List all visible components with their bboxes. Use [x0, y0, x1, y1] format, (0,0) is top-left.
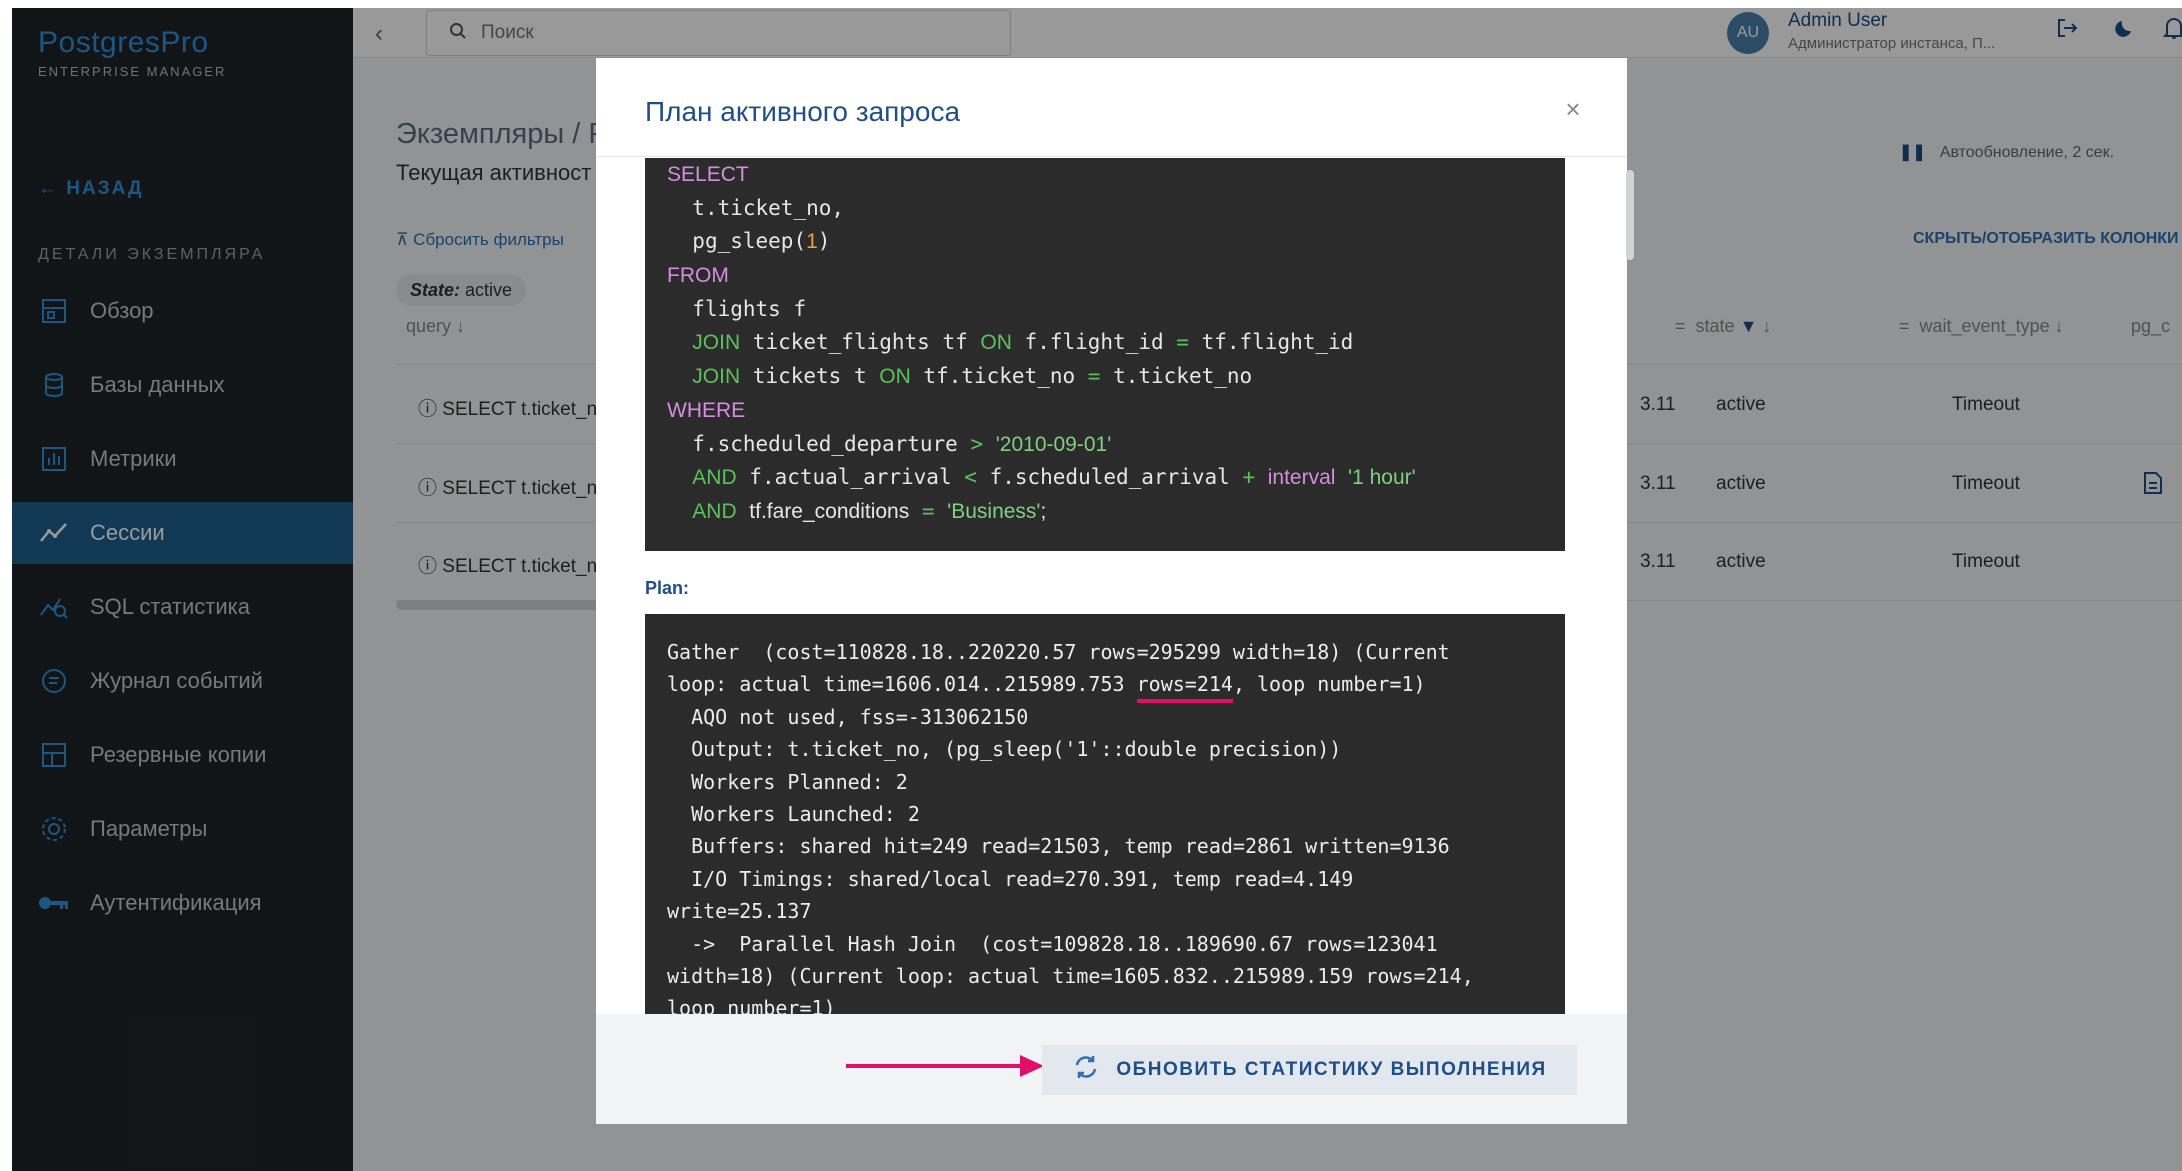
sql-token: tf.fare_conditions [749, 499, 910, 523]
plan-line: loop: actual time=1606.014..215989.753 r… [667, 668, 1565, 704]
close-icon[interactable]: × [1556, 92, 1590, 126]
refresh-icon [1072, 1053, 1100, 1088]
sql-line: SELECT [667, 158, 1565, 192]
sql-operator: = [921, 498, 935, 523]
sql-keyword: ON [980, 331, 1012, 355]
plan-line: loop number=1) [667, 996, 836, 1014]
sql-line: JOIN ticket_flights tf ON f.flight_id = … [667, 326, 1565, 360]
sql-string: 'Business' [947, 499, 1041, 523]
sql-string: '2010-09-01' [995, 432, 1112, 456]
sql-keyword: JOIN [692, 365, 741, 389]
sql-line: t.ticket_no, [667, 192, 1565, 226]
annotation-arrow [846, 1064, 1028, 1068]
plan-line: Workers Planned: 2 [667, 769, 908, 794]
sql-keyword: AND [692, 499, 737, 523]
plan-code-block: Gather (cost=110828.18..220220.57 rows=2… [645, 614, 1565, 1014]
sql-token: t.ticket_no, [692, 195, 845, 220]
plan-text: , loop number=1) [1232, 672, 1426, 697]
sql-keyword: SELECT [667, 163, 749, 186]
sql-keyword: JOIN [692, 331, 741, 355]
plan-line: write=25.137 [667, 899, 812, 924]
sql-line: AND f.actual_arrival < f.scheduled_arriv… [667, 461, 1565, 495]
sql-token: tickets t [752, 364, 867, 389]
sql-token: f.scheduled_departure [692, 431, 958, 456]
sql-line: f.scheduled_departure > '2010-09-01' [667, 428, 1565, 462]
refresh-stats-label: ОБНОВИТЬ СТАТИСТИКУ ВЫПОЛНЕНИЯ [1116, 1059, 1547, 1080]
sql-token: ) [817, 229, 831, 254]
sql-code-block: SELECT t.ticket_no, pg_sleep(1) FROM fli… [645, 158, 1565, 551]
app-window: PostgresPro ENTERPRISE MANAGER ← НАЗАД Д… [12, 8, 2182, 1171]
highlighted-rows: rows=214 [1136, 672, 1233, 704]
plan-line: Buffers: shared hit=249 read=21503, temp… [667, 834, 1450, 859]
highlight-underline [1136, 699, 1233, 704]
plan-line: AQO not used, fss=-313062150 [667, 704, 1029, 729]
sql-operator: = [1176, 330, 1189, 355]
modal-divider [596, 156, 1627, 157]
sql-keyword: WHERE [667, 398, 746, 422]
sql-line: JOIN tickets t ON tf.ticket_no = t.ticke… [667, 360, 1565, 394]
sql-keyword: AND [692, 466, 737, 490]
sql-line: FROM [667, 259, 1565, 293]
plan-line: Workers Launched: 2 [667, 801, 920, 826]
sql-token: f.scheduled_arrival [989, 465, 1230, 490]
sql-operator: < [964, 465, 977, 490]
sql-scrollbar[interactable] [1626, 170, 1634, 260]
sql-token: ticket_flights tf [752, 330, 968, 355]
sql-keyword: interval [1267, 466, 1336, 490]
sql-token: f.actual_arrival [749, 465, 952, 490]
plan-line: width=18) (Current loop: actual time=160… [667, 963, 1474, 988]
sql-line: flights f [667, 293, 1565, 327]
plan-label: Plan: [645, 578, 690, 598]
refresh-stats-button[interactable]: ОБНОВИТЬ СТАТИСТИКУ ВЫПОЛНЕНИЯ [1042, 1045, 1577, 1095]
query-plan-modal: План активного запроса × SELECT t.ticket… [596, 58, 1634, 1124]
sql-token: flights f [692, 296, 807, 321]
sql-line: AND tf.fare_conditions = 'Business'; [667, 495, 1565, 529]
sql-line: WHERE [667, 394, 1565, 428]
sql-number: 1 [806, 230, 818, 254]
sql-operator: > [970, 431, 984, 456]
plan-text: loop: actual time=1606.014..215989.753 [667, 672, 1137, 697]
plan-line: I/O Timings: shared/local read=270.391, … [667, 866, 1354, 891]
sql-operator: = [1087, 364, 1101, 389]
sql-token: tf.flight_id [1201, 330, 1354, 355]
sql-keyword: FROM [667, 264, 729, 288]
sql-token: t.ticket_no [1113, 364, 1253, 389]
plan-text: rows=214 [1136, 672, 1233, 697]
plan-line: -> Parallel Hash Join (cost=109828.18..1… [667, 931, 1438, 956]
sql-token: ; [1040, 499, 1047, 523]
sql-token: tf.ticket_no [923, 364, 1076, 389]
sql-operator: + [1242, 465, 1256, 490]
sql-keyword: ON [879, 365, 911, 389]
modal-footer: ОБНОВИТЬ СТАТИСТИКУ ВЫПОЛНЕНИЯ [596, 1014, 1627, 1124]
plan-line: Output: t.ticket_no, (pg_sleep('1'::doub… [667, 737, 1342, 762]
sql-token: f.flight_id [1024, 330, 1164, 355]
sql-line: pg_sleep(1) [667, 225, 1565, 259]
plan-line: Gather (cost=110828.18..220220.57 rows=2… [667, 640, 1450, 664]
modal-title: План активного запроса [645, 96, 961, 127]
sql-string: '1 hour' [1348, 466, 1416, 490]
annotation-arrow-head [1020, 1055, 1044, 1077]
sql-token: pg_sleep( [692, 229, 807, 254]
